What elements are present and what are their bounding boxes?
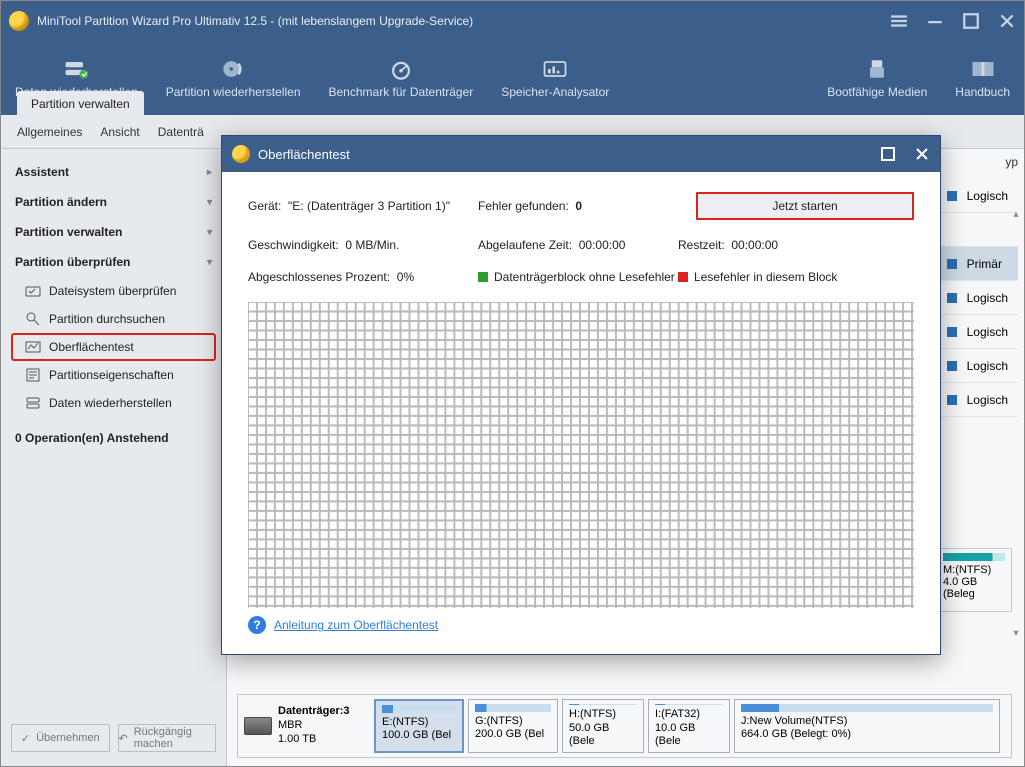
usb-icon bbox=[863, 57, 891, 81]
disk-icon bbox=[244, 717, 272, 735]
disk-recover-icon bbox=[62, 57, 90, 81]
disk-info[interactable]: Datenträger:3MBR1.00 TB bbox=[242, 699, 370, 753]
help-link[interactable]: Anleitung zum Oberflächentest bbox=[274, 618, 438, 632]
sidebar-check[interactable]: Partition überprüfen▸ bbox=[11, 247, 216, 277]
maximize-icon[interactable] bbox=[962, 12, 980, 30]
tool-space-analyzer[interactable]: Speicher-Analysator bbox=[501, 57, 609, 99]
errors-value: 0 bbox=[575, 199, 582, 213]
table-row[interactable]: Logisch bbox=[937, 281, 1018, 315]
disk-partition-block[interactable]: J:New Volume(NTFS)664.0 GB (Belegt: 0%) bbox=[734, 699, 1000, 753]
percent-value: 0% bbox=[397, 270, 414, 284]
speed-label: Geschwindigkeit: bbox=[248, 238, 339, 252]
dialog-title: Oberflächentest bbox=[258, 147, 350, 162]
disk-partition-block[interactable]: E:(NTFS)100.0 GB (Bel bbox=[374, 699, 464, 753]
ribbon-tab-active[interactable]: Partition verwalten bbox=[17, 91, 144, 117]
sidebar-assistant[interactable]: Assistent▸ bbox=[11, 157, 216, 187]
tool-label: Handbuch bbox=[955, 85, 1010, 99]
dialog-close-icon[interactable] bbox=[914, 146, 930, 162]
help-icon: ? bbox=[248, 616, 266, 634]
tool-benchmark[interactable]: Benchmark für Datenträger bbox=[329, 57, 474, 99]
table-row[interactable]: Logisch bbox=[937, 315, 1018, 349]
tool-partition-recover[interactable]: Partition wiederherstellen bbox=[166, 57, 301, 99]
table-row[interactable]: Logisch bbox=[937, 349, 1018, 383]
properties-icon bbox=[25, 367, 41, 383]
main-toolbar: Daten wiederherstellen Partition wiederh… bbox=[1, 41, 1024, 115]
dialog-titlebar: Oberflächentest bbox=[222, 136, 940, 172]
sidebar-item-surface-test[interactable]: Oberflächentest bbox=[11, 333, 216, 361]
close-icon[interactable] bbox=[998, 12, 1016, 30]
tool-bootable[interactable]: Bootfähige Medien bbox=[827, 57, 927, 99]
start-button[interactable]: Jetzt starten bbox=[696, 192, 914, 220]
legend-ok: Datenträgerblock ohne Lesefehler bbox=[478, 270, 678, 284]
sidebar: Assistent▸ Partition ändern▸ Partition v… bbox=[1, 149, 227, 766]
table-row[interactable]: Primär bbox=[937, 247, 1018, 281]
disk-strip-3: Datenträger:3MBR1.00 TB E:(NTFS)100.0 GB… bbox=[237, 694, 1012, 758]
dialog-maximize-icon[interactable] bbox=[880, 146, 896, 162]
block-grid bbox=[248, 302, 914, 608]
disk-partition-block[interactable]: H:(NTFS)50.0 GB (Bele bbox=[562, 699, 644, 753]
analyzer-icon bbox=[541, 57, 569, 81]
disk-partition-block[interactable]: M:(NTFS) 4.0 GB (Beleg bbox=[936, 548, 1012, 612]
pending-operations: 0 Operation(en) Anstehend bbox=[11, 431, 216, 445]
sidebar-item-recover[interactable]: Daten wiederherstellen bbox=[11, 389, 216, 417]
apply-button[interactable]: ✓ Übernehmen bbox=[11, 724, 110, 752]
tool-handbook[interactable]: Handbuch bbox=[955, 57, 1010, 99]
sidebar-item-properties[interactable]: Partitionseigenschaften bbox=[11, 361, 216, 389]
sidebar-item-fscheck[interactable]: Dateisystem überprüfen bbox=[11, 277, 216, 305]
speed-value: 0 MB/Min. bbox=[345, 238, 399, 252]
elapsed-value: 00:00:00 bbox=[579, 238, 626, 252]
partition-recover-icon bbox=[219, 57, 247, 81]
subtab[interactable]: Allgemeines bbox=[17, 125, 82, 139]
table-row[interactable]: Logisch bbox=[937, 383, 1018, 417]
sidebar-item-label: Partitionseigenschaften bbox=[49, 368, 174, 382]
sidebar-item-label: Daten wiederherstellen bbox=[49, 396, 172, 410]
sidebar-manage[interactable]: Partition verwalten▸ bbox=[11, 217, 216, 247]
table-row[interactable]: Logisch bbox=[937, 179, 1018, 213]
dialog-app-icon bbox=[232, 145, 250, 163]
window-title: MiniTool Partition Wizard Pro Ultimativ … bbox=[37, 14, 890, 28]
book-icon bbox=[969, 57, 997, 81]
subtab[interactable]: Datenträ bbox=[158, 125, 204, 139]
sidebar-item-label: Oberflächentest bbox=[49, 340, 134, 354]
legend-error: Lesefehler in diesem Block bbox=[678, 270, 908, 284]
disk-partition-block[interactable]: G:(NTFS)200.0 GB (Bel bbox=[468, 699, 558, 753]
surface-test-dialog: Oberflächentest Gerät: "E: (Datenträger … bbox=[221, 135, 941, 655]
tool-label: Bootfähige Medien bbox=[827, 85, 927, 99]
disk-partition-block[interactable]: I:(FAT32)10.0 GB (Bele bbox=[648, 699, 730, 753]
check-icon bbox=[25, 283, 41, 299]
tool-label: Speicher-Analysator bbox=[501, 85, 609, 99]
benchmark-icon bbox=[387, 57, 415, 81]
errors-label: Fehler gefunden: bbox=[478, 199, 569, 213]
remaining-label: Restzeit: bbox=[678, 238, 725, 252]
device-label: Gerät: bbox=[248, 199, 281, 213]
device-value: "E: (Datenträger 3 Partition 1)" bbox=[288, 199, 450, 213]
sidebar-change[interactable]: Partition ändern▸ bbox=[11, 187, 216, 217]
titlebar: MiniTool Partition Wizard Pro Ultimativ … bbox=[1, 1, 1024, 41]
minimize-icon[interactable] bbox=[926, 12, 944, 30]
sidebar-item-explore[interactable]: Partition durchsuchen bbox=[11, 305, 216, 333]
tool-label: Benchmark für Datenträger bbox=[329, 85, 474, 99]
overflow-icon[interactable] bbox=[890, 12, 908, 30]
sidebar-item-label: Dateisystem überprüfen bbox=[49, 284, 176, 298]
elapsed-label: Abgelaufene Zeit: bbox=[478, 238, 572, 252]
search-icon bbox=[25, 311, 41, 327]
app-icon bbox=[9, 11, 29, 31]
sidebar-item-label: Partition durchsuchen bbox=[49, 312, 165, 326]
column-header: yp bbox=[1005, 149, 1018, 175]
recover-icon bbox=[25, 395, 41, 411]
undo-button[interactable]: ↶ Rückgängig machen bbox=[118, 724, 217, 752]
remaining-value: 00:00:00 bbox=[731, 238, 778, 252]
surface-icon bbox=[25, 339, 41, 355]
tool-label: Partition wiederherstellen bbox=[166, 85, 301, 99]
percent-label: Abgeschlossenes Prozent: bbox=[248, 270, 390, 284]
subtab[interactable]: Ansicht bbox=[100, 125, 139, 139]
